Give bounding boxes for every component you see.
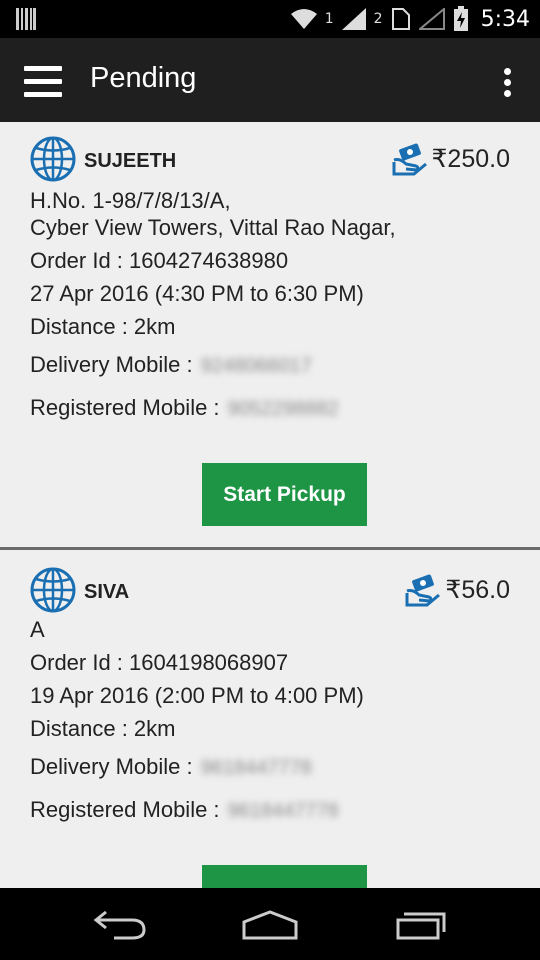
recent-apps-icon[interactable] [394,906,448,942]
registered-mobile-value[interactable]: 9052298882 [228,398,339,421]
start-pickup-button[interactable] [202,865,367,888]
menu-icon[interactable] [24,66,62,98]
app-bar: Pending [0,38,540,122]
delivery-mobile-row: Delivery Mobile : 9248066017 [30,352,312,378]
registered-mobile-label: Registered Mobile : [30,797,220,822]
order-id: Order Id : 1604198068907 [30,650,289,675]
order-card: SUJEETH ₹250.0 H.No. 1-98/7/8/13/A, Cybe… [0,122,540,550]
delivery-mobile-label: Delivery Mobile : [30,754,193,779]
registered-mobile-row: Registered Mobile : 9618447778 [30,797,339,823]
customer-name: SIVA [84,581,130,603]
globe-icon [30,567,76,613]
delivery-mobile-value[interactable]: 9248066017 [201,355,312,378]
globe-icon [30,136,76,182]
price-group: ₹56.0 [405,573,510,607]
distance: Distance : 2km [30,716,176,741]
signal-icon [341,8,366,30]
no-signal-icon [418,8,445,30]
delivery-slot: 27 Apr 2016 (4:30 PM to 6:30 PM) [30,281,364,306]
clock: 5:34 [480,6,530,32]
order-price: ₹250.0 [431,145,510,173]
status-bar: 1 2 5:34 [0,0,540,38]
delivery-mobile-label: Delivery Mobile : [30,352,193,377]
battery-charging-icon [453,6,468,31]
order-price: ₹56.0 [445,576,510,604]
customer-name: SUJEETH [84,150,177,172]
cash-payment-icon [405,574,441,607]
order-card: SIVA ₹56.0 A Order Id : 1604198068907 19… [0,553,540,888]
order-id: Order Id : 1604274638980 [30,248,289,273]
address-line: H.No. 1-98/7/8/13/A, [30,188,231,213]
address-line: Cyber View Towers, Vittal Rao Nagar, [30,215,396,240]
delivery-mobile-row: Delivery Mobile : 9618447778 [30,754,312,780]
order-list[interactable]: SUJEETH ₹250.0 H.No. 1-98/7/8/13/A, Cybe… [0,122,540,888]
registered-mobile-label: Registered Mobile : [30,395,220,420]
barcode-notification-icon [16,8,36,34]
distance: Distance : 2km [30,314,176,339]
navigation-bar [0,888,540,960]
home-icon[interactable] [240,906,300,942]
overflow-menu-icon[interactable] [504,68,512,97]
cash-payment-icon [392,143,427,176]
delivery-mobile-value[interactable]: 9618447778 [201,757,312,780]
delivery-slot: 19 Apr 2016 (2:00 PM to 4:00 PM) [30,683,364,708]
page-title: Pending [90,62,197,94]
address-line: A [30,617,45,642]
sim1-label: 1 [324,11,334,27]
start-pickup-button[interactable]: Start Pickup [202,463,367,526]
sim2-label: 2 [373,11,383,27]
back-icon[interactable] [92,906,148,942]
registered-mobile-value[interactable]: 9618447778 [228,800,339,823]
sim-card-icon [391,8,410,30]
registered-mobile-row: Registered Mobile : 9052298882 [30,395,339,421]
price-group: ₹250.0 [392,142,510,176]
wifi-icon [290,9,317,29]
